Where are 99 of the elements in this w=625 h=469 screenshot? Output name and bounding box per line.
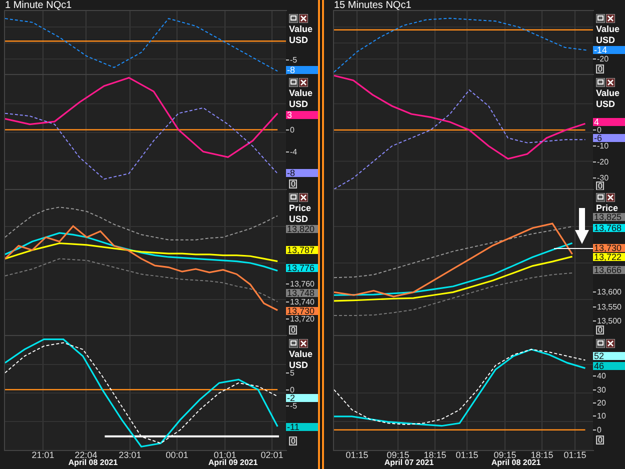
restore-icon[interactable]: [596, 339, 605, 348]
date-label: April 08 2021: [68, 459, 118, 467]
date-label: April 08 2021: [491, 459, 541, 467]
zero-button[interactable]: 0: [289, 436, 298, 446]
axis-tick-label: 40: [597, 372, 606, 380]
axis-unit-label: USD: [595, 98, 616, 109]
restore-icon[interactable]: [289, 78, 298, 87]
value-badge: 13,730: [593, 244, 625, 252]
window-title: 15 Minutes NQc1: [334, 0, 412, 10]
time-tick-label: 00:01: [166, 451, 188, 460]
value-badge: 13,820: [286, 225, 318, 233]
value-badge: 13,722: [593, 253, 625, 261]
time-tick-label: 21:01: [32, 451, 54, 460]
time-tick-label: 01:15: [564, 451, 586, 460]
time-tick-label: 09:15: [386, 451, 410, 460]
axis-tick-label: -30: [597, 174, 609, 182]
value-badge: 13,787: [286, 246, 318, 254]
value-badge: 13,730: [286, 306, 318, 314]
value-badge: 13,776: [286, 264, 318, 272]
axis-tick-label: 5: [290, 369, 294, 376]
axis-unit-label: USD: [288, 98, 310, 109]
zero-button[interactable]: 0: [596, 182, 604, 190]
value-badge: 13,748: [286, 289, 318, 298]
axis-tick-label: -10: [597, 142, 609, 150]
time-tick-label: 01:15: [456, 451, 478, 460]
zero-button[interactable]: 0: [289, 180, 298, 188]
value-badge: 13,768: [593, 224, 625, 232]
axis-unit-label: USD: [288, 34, 310, 45]
close-icon[interactable]: [299, 193, 308, 202]
zero-button[interactable]: 0: [596, 64, 604, 74]
axis-tick-label: -20: [597, 158, 609, 166]
axis-unit-label: Value: [288, 348, 314, 359]
axis-tick-label: 13,600: [597, 288, 622, 296]
time-tick-label: 22:04: [74, 451, 98, 460]
time-tick-label: 23:01: [118, 451, 142, 460]
value-badge: 13,825: [593, 213, 625, 221]
close-icon[interactable]: [299, 339, 308, 348]
axis-tick-label: 0: [597, 426, 602, 434]
value-badge: 3: [286, 111, 318, 119]
time-tick-label: 01:01: [214, 451, 236, 460]
axis-unit-label: Price: [288, 202, 312, 213]
value-badge: -2: [286, 394, 318, 402]
axis-unit-label: USD: [288, 213, 310, 224]
axis-unit-label: Price: [595, 202, 620, 213]
value-badge: 13,666: [593, 266, 625, 274]
axis-tick-label: -5: [290, 56, 298, 64]
restore-icon[interactable]: [289, 193, 298, 202]
axis-tick-label: -5: [290, 402, 298, 410]
axis-tick-label: 13,500: [597, 318, 622, 325]
axis-tick-label: 0: [597, 126, 602, 134]
restore-icon[interactable]: [289, 14, 298, 23]
axis-tick-label: 0: [290, 386, 294, 394]
axis-unit-label: Value: [288, 87, 314, 98]
value-badge: -8: [286, 66, 318, 74]
window-title: 1 Minute NQc1: [5, 0, 72, 10]
axis-tick-label: -20: [597, 56, 609, 62]
down-arrow-icon: [575, 208, 589, 244]
zero-button[interactable]: 0: [596, 326, 604, 334]
restore-icon[interactable]: [596, 14, 605, 23]
axis-tick-label: 13,760: [290, 280, 314, 288]
axis-tick-label: 13,740: [290, 298, 314, 306]
time-tick-label: 18:15: [424, 451, 446, 460]
close-icon[interactable]: [299, 14, 308, 23]
date-label: April 09 2021: [208, 459, 258, 467]
axis-unit-label: Value: [288, 23, 314, 34]
value-badge: 4: [593, 118, 625, 126]
restore-icon[interactable]: [596, 193, 605, 202]
value-badge: 46: [593, 362, 625, 370]
axis-unit-label: Value: [595, 87, 621, 98]
date-label: April 07 2021: [384, 459, 434, 467]
value-badge: -11: [286, 422, 318, 430]
axis-unit-label: Value: [595, 23, 621, 34]
axis-unit-label: USD: [595, 34, 616, 45]
axis-unit-label: USD: [288, 359, 310, 370]
time-tick-label: 18:15: [530, 451, 554, 460]
axis-tick-label: 30: [597, 386, 606, 394]
axis-tick-label: 10: [597, 412, 606, 420]
time-tick-label: 02:01: [260, 451, 284, 460]
axis-tick-label: 0: [290, 126, 294, 134]
zero-button[interactable]: 0: [289, 326, 298, 334]
close-icon[interactable]: [606, 14, 615, 23]
restore-icon[interactable]: [289, 339, 298, 348]
close-icon[interactable]: [606, 193, 615, 202]
close-icon[interactable]: [606, 78, 615, 87]
restore-icon[interactable]: [596, 78, 605, 87]
value-badge: 52: [593, 352, 625, 360]
time-tick-label: 01:15: [346, 451, 368, 460]
value-badge: -6: [593, 134, 625, 142]
axis-tick-label: 13,550: [597, 303, 622, 310]
horizontal-line: [554, 248, 593, 249]
zero-button[interactable]: 0: [596, 436, 604, 444]
close-icon[interactable]: [606, 339, 615, 348]
axis-tick-label: 13,720: [290, 315, 314, 322]
axis-tick-label: 20: [597, 400, 606, 407]
value-badge: -14: [593, 46, 625, 54]
value-badge: -8: [286, 169, 318, 177]
time-tick-label: 09:15: [494, 451, 516, 460]
axis-tick-label: -4: [290, 148, 298, 156]
close-icon[interactable]: [299, 78, 308, 87]
